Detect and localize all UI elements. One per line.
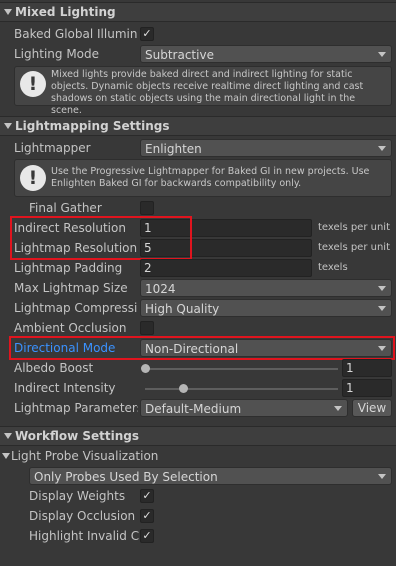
directional-mode-highlight-box (9, 336, 395, 360)
indirect-intensity-slider-track[interactable] (145, 388, 338, 390)
lightmap-resolution-unit: texels per unit (318, 242, 390, 253)
albedo-boost-field[interactable]: 1 (342, 359, 392, 377)
max-lightmap-size-dropdown[interactable]: 1024 (140, 279, 392, 297)
final-gather-checkbox[interactable] (140, 201, 154, 215)
section-title: Workflow Settings (15, 429, 139, 443)
dropdown-value: High Quality (145, 302, 220, 316)
dropdown-value: Default-Medium (145, 402, 242, 416)
highlight-invalid-cells-checkbox[interactable]: ✓ (140, 529, 154, 543)
lightmap-padding-field[interactable]: 2 (140, 259, 312, 277)
lightmap-compression-dropdown[interactable]: High Quality (140, 299, 392, 317)
albedo-boost-slider-track[interactable] (145, 368, 338, 370)
dropdown-value: 1024 (145, 282, 176, 296)
probe-visualization-dropdown[interactable]: Only Probes Used By Selection (29, 467, 392, 485)
lightmapper-dropdown[interactable]: Enlighten (140, 139, 392, 157)
info-exclamation-icon: ! (20, 71, 46, 97)
highlight-invalid-cells-label: Highlight Invalid Ce (29, 529, 139, 543)
chevron-down-icon (378, 306, 386, 311)
ambient-occlusion-checkbox[interactable] (140, 321, 154, 335)
light-probe-visualization-label[interactable]: Light Probe Visualization (11, 447, 211, 465)
display-weights-label: Display Weights (29, 489, 126, 503)
help-text: Mixed lights provide baked direct and in… (51, 69, 364, 116)
resolution-highlight-box (10, 216, 192, 260)
display-weights-checkbox[interactable]: ✓ (140, 489, 154, 503)
lightmap-padding-label: Lightmap Padding (14, 261, 123, 275)
albedo-boost-label: Albedo Boost (14, 361, 94, 375)
foldout-arrow-icon[interactable] (4, 433, 12, 439)
lightmapper-help-box: ! Use the Progressive Lightmapper for Ba… (14, 159, 392, 197)
foldout-arrow-icon[interactable] (2, 453, 10, 459)
mixed-lighting-help-box: ! Mixed lights provide baked direct and … (14, 66, 392, 116)
lightmap-parameters-label: Lightmap Parameters (14, 401, 138, 415)
lightmap-parameters-dropdown[interactable]: Default-Medium (140, 399, 348, 417)
lightmapper-label: Lightmapper (14, 141, 91, 155)
indirect-intensity-field[interactable]: 1 (342, 379, 392, 397)
display-occlusion-checkbox[interactable]: ✓ (140, 509, 154, 523)
albedo-boost-slider-handle[interactable] (141, 364, 150, 373)
lightmap-padding-unit: texels (318, 262, 348, 273)
dropdown-value: Enlighten (145, 142, 202, 156)
section-title: Lightmapping Settings (15, 119, 170, 133)
indirect-intensity-label: Indirect Intensity (14, 381, 116, 395)
chevron-down-icon (378, 146, 386, 151)
lightmap-compression-label: Lightmap Compressior (14, 301, 138, 315)
ambient-occlusion-label: Ambient Occlusion (14, 321, 127, 335)
workflow-settings-header[interactable]: Workflow Settings (0, 426, 396, 446)
max-lightmap-size-label: Max Lightmap Size (14, 281, 128, 295)
chevron-down-icon (378, 52, 386, 57)
indirect-intensity-slider-handle[interactable] (179, 384, 188, 393)
foldout-arrow-icon[interactable] (4, 9, 12, 15)
indirect-resolution-unit: texels per unit (318, 222, 390, 233)
chevron-down-icon (334, 406, 342, 411)
info-exclamation-icon: ! (20, 165, 46, 191)
section-title: Mixed Lighting (15, 5, 116, 19)
chevron-down-icon (378, 474, 386, 479)
chevron-down-icon (378, 286, 386, 291)
baked-gi-checkbox[interactable]: ✓ (140, 27, 154, 41)
lighting-mode-dropdown[interactable]: Subtractive (140, 45, 392, 63)
lighting-mode-label: Lighting Mode (14, 47, 100, 61)
dropdown-value: Only Probes Used By Selection (34, 470, 218, 484)
mixed-lighting-header[interactable]: Mixed Lighting (0, 2, 396, 22)
final-gather-label: Final Gather (29, 201, 102, 215)
foldout-arrow-icon[interactable] (4, 123, 12, 129)
dropdown-value: Subtractive (145, 48, 214, 62)
lightmapping-settings-header[interactable]: Lightmapping Settings (0, 116, 396, 136)
baked-gi-label: Baked Global Illuminat (14, 27, 138, 41)
help-text: Use the Progressive Lightmapper for Bake… (51, 166, 370, 189)
display-occlusion-label: Display Occlusion (29, 509, 136, 523)
view-button[interactable]: View (352, 399, 392, 417)
